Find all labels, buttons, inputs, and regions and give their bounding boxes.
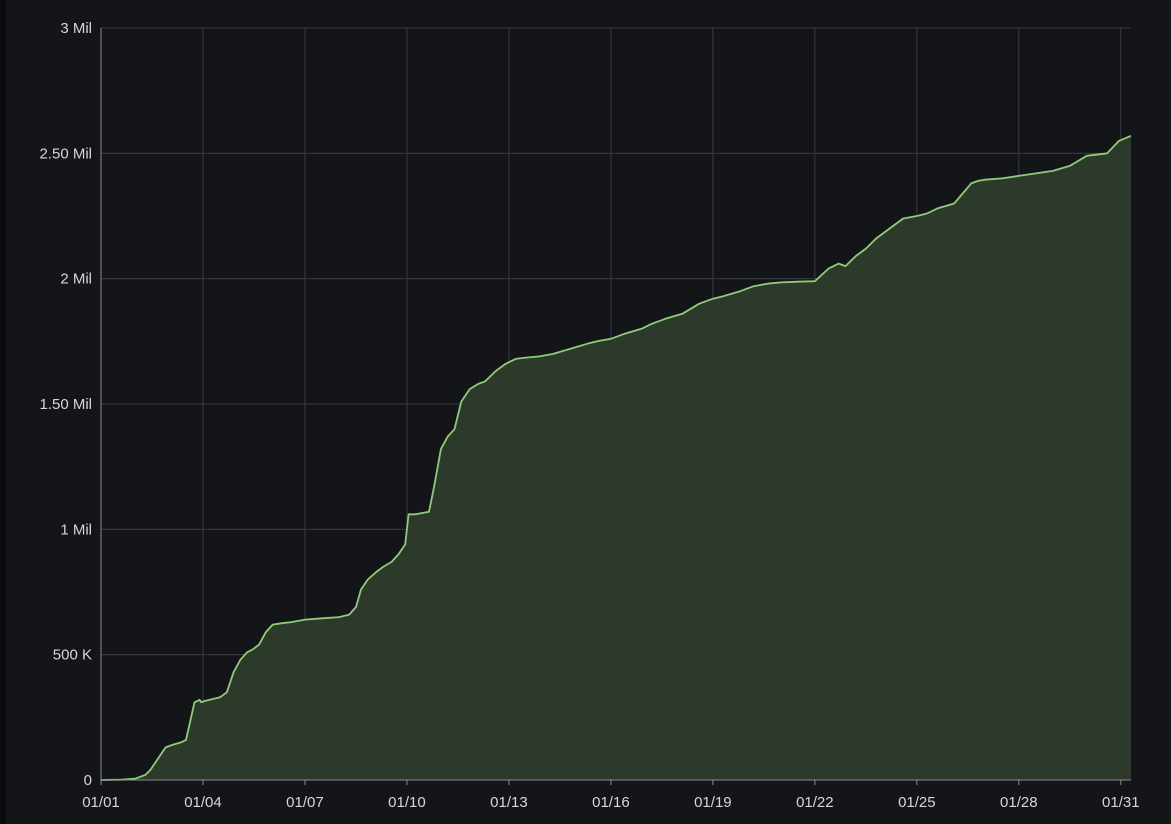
x-tick-label: 01/31 (1102, 794, 1140, 811)
y-tick-label: 2 Mil (60, 271, 92, 288)
x-tick-label: 01/13 (490, 794, 528, 811)
x-tick-label: 01/28 (1000, 794, 1038, 811)
area-chart: 0 500 K 1 Mil 1.50 Mil 2 Mil 2.50 Mil 3 Mil 01… (39, 20, 1139, 811)
x-tick-label: 01/19 (694, 794, 732, 811)
series-area-fill (101, 135, 1131, 781)
x-axis-tick-labels: 01/01 01/04 01/07 01/10 01/13 01/16 01/19 01/22… (82, 794, 1139, 811)
y-tick-label: 500 K (53, 647, 92, 664)
y-tick-label: 1 Mil (60, 521, 92, 538)
y-tick-label: 0 (84, 772, 92, 789)
x-tick-label: 01/07 (286, 794, 324, 811)
x-tick-label: 01/22 (796, 794, 834, 811)
window-edge (0, 0, 6, 824)
y-tick-label: 3 Mil (60, 20, 92, 37)
y-tick-label: 1.50 Mil (39, 396, 92, 413)
x-tick-label: 01/25 (898, 794, 936, 811)
x-tick-label: 01/16 (592, 794, 630, 811)
series-area (100, 134, 1132, 781)
x-tick-label: 01/04 (184, 794, 222, 811)
chart-panel: 0 500 K 1 Mil 1.50 Mil 2 Mil 2.50 Mil 3 Mil 01… (0, 0, 1171, 824)
x-tick-label: 01/01 (82, 794, 120, 811)
y-axis-tick-labels: 0 500 K 1 Mil 1.50 Mil 2 Mil 2.50 Mil 3 Mil (39, 20, 92, 789)
x-tick-label: 01/10 (388, 794, 426, 811)
y-tick-label: 2.50 Mil (39, 145, 92, 162)
